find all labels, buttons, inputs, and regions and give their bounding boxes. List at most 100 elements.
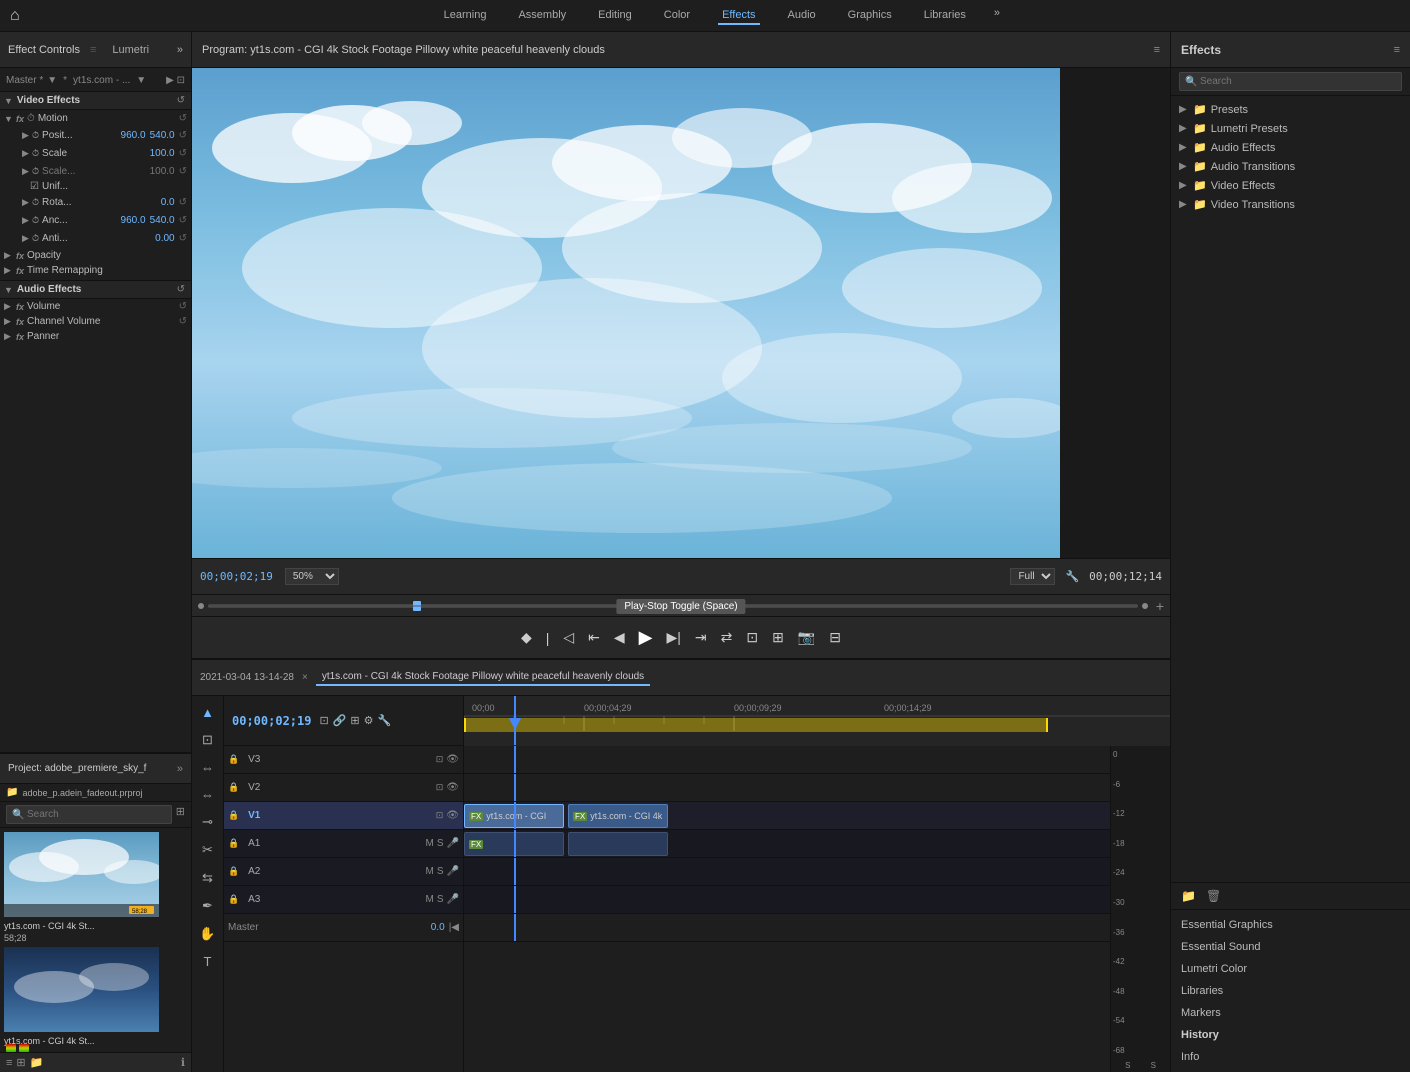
sidebar-link-essential-graphics[interactable]: Essential Graphics [1171,914,1410,936]
project-expand-btn[interactable]: » [177,763,183,775]
lumetri-tab[interactable]: Lumetri [106,42,155,58]
project-grid-view-btn[interactable]: ⊞ [16,1056,25,1069]
scale-reset[interactable]: ↺ [179,148,187,159]
multi-cam-btn[interactable]: ⊟ [826,626,844,649]
output-btn[interactable]: ⊞ [769,626,787,649]
master-go-to-start-btn[interactable]: |◀ [449,922,459,933]
home-icon[interactable]: ⌂ [10,7,20,25]
volume-reset[interactable]: ↺ [179,301,187,312]
add-marker-btn[interactable]: | [543,627,553,649]
position-expand[interactable]: ▶ [22,130,30,141]
menu-item-learning[interactable]: Learning [440,7,491,25]
selection-tool-btn[interactable]: ▲ [198,702,217,723]
a3-lock-btn[interactable]: 🔒 [228,894,239,905]
v1-lock-btn[interactable]: 🔒 [228,810,239,821]
v1-sync-btn[interactable]: ⊡ [436,810,444,821]
position-reset[interactable]: ↺ [179,130,187,141]
clip-arrow[interactable]: ▼ [136,75,146,86]
tree-item-video-transitions[interactable]: ▶ 📁 Video Transitions [1171,195,1410,214]
rotation-expand[interactable]: ▶ [22,197,30,208]
scale-value[interactable]: 100.0 [150,148,175,159]
effects-panel-menu-icon[interactable]: ≡ [1394,44,1400,56]
track-select-tool-btn[interactable]: ⊡ [199,729,216,751]
a1-solo-btn[interactable]: S [437,838,444,849]
play-stop-btn[interactable]: ▶ [636,624,656,651]
rotation-reset[interactable]: ↺ [179,197,187,208]
project-search-input[interactable] [6,805,172,824]
step-back-btn[interactable]: ◀ [611,626,628,649]
time-remapping-expand[interactable]: ▶ [4,265,14,276]
project-item-1[interactable]: 58;28 yt1s.com - CGI 4k St... 58;28 [4,832,187,943]
in-point-btn[interactable]: ⇤ [585,626,603,649]
sidebar-link-essential-sound[interactable]: Essential Sound [1171,936,1410,958]
a1-lock-btn[interactable]: 🔒 [228,838,239,849]
menu-item-effects[interactable]: Effects [718,7,759,25]
antiflicker-value[interactable]: 0.00 [155,233,174,244]
wrench-icon[interactable]: 🔧 [1065,570,1079,583]
a1-mic-btn[interactable]: 🎤 [447,838,459,849]
rate-stretch-tool-btn[interactable]: ⊸ [199,811,216,833]
anchor-x-value[interactable]: 960.0 [121,215,146,226]
wrench-timeline-btn[interactable]: 🔧 [378,714,392,727]
v3-sync-btn[interactable]: ⊡ [436,754,444,765]
channel-volume-expand[interactable]: ▶ [4,316,14,327]
export-frame-btn[interactable]: 📷 [795,626,818,649]
a2-lock-btn[interactable]: 🔒 [228,866,239,877]
quality-select[interactable]: Full 1/2 1/4 [1010,568,1055,585]
menu-item-audio[interactable]: Audio [784,7,820,25]
motion-reset-btn[interactable]: ↺ [179,113,187,124]
out-point-btn[interactable]: ⇥ [692,626,710,649]
step-forward-btn[interactable]: ▶| [664,626,684,649]
motion-effect-row[interactable]: ▼ fx ⏱ Motion ↺ [0,111,191,126]
time-remapping-row[interactable]: ▶ fx Time Remapping [0,263,191,278]
hand-tool-btn[interactable]: ✋ [196,923,218,945]
tree-item-video-effects[interactable]: ▶ 📁 Video Effects [1171,176,1410,195]
monitor-menu-icon[interactable]: ≡ [1154,44,1160,56]
tree-item-presets[interactable]: ▶ 📁 Presets [1171,100,1410,119]
project-info-btn[interactable]: ℹ [181,1056,185,1069]
loop-btn[interactable]: ⇄ [718,626,736,649]
v2-sync-btn[interactable]: ⊡ [436,782,444,793]
effects-delete-btn[interactable]: 🗑 [1204,887,1223,905]
razor-tool-btn[interactable]: ✂ [199,839,216,861]
a3-mic-btn[interactable]: 🎤 [447,894,459,905]
project-list-view-btn[interactable]: ≡ [6,1057,12,1069]
marker-btn[interactable]: ◆ [518,626,535,649]
menu-item-editing[interactable]: Editing [594,7,636,25]
linked-btn[interactable]: 🔗 [333,714,347,727]
sidebar-link-lumetri-color[interactable]: Lumetri Color [1171,958,1410,980]
antiflicker-reset[interactable]: ↺ [179,233,187,244]
menu-item-libraries[interactable]: Libraries [920,7,970,25]
scale-width-expand[interactable]: ▶ [22,166,30,177]
rotation-value[interactable]: 0.0 [161,197,175,208]
snap-btn[interactable]: ⊡ [319,714,328,727]
a2-mic-btn[interactable]: 🎤 [447,866,459,877]
project-thumb-1[interactable]: 58;28 [4,832,159,917]
audio-effects-reset[interactable]: ↺ [177,284,185,295]
anchor-expand[interactable]: ▶ [22,215,30,226]
scale-width-reset[interactable]: ↺ [179,166,187,177]
v2-lock-btn[interactable]: 🔒 [228,782,239,793]
master-arrow[interactable]: ▼ [47,75,57,86]
panner-expand-arrow[interactable]: ▶ [4,331,14,342]
effects-new-folder-btn[interactable]: 📁 [1179,887,1198,905]
a3-solo-btn[interactable]: S [437,894,444,905]
video-effects-collapse[interactable]: ▼ [4,96,13,106]
rolling-edit-tool-btn[interactable]: ⇔ [198,784,217,805]
v1-vis-btn[interactable]: 👁 [446,810,459,821]
a1-mute-btn[interactable]: M [426,838,434,849]
audio-effects-collapse[interactable]: ▼ [4,285,13,295]
clip-controls[interactable]: ▶ ⊡ [166,75,185,86]
safe-margins-btn[interactable]: ⊡ [743,626,761,649]
pen-tool-btn[interactable]: ✒ [199,895,216,917]
position-x-value[interactable]: 960.0 [121,130,146,141]
text-tool-btn[interactable]: T [201,951,215,972]
anchor-y-value[interactable]: 540.0 [150,215,175,226]
channel-volume-reset[interactable]: ↺ [179,316,187,327]
motion-expand-arrow[interactable]: ▼ [4,114,14,124]
timeline-settings-btn[interactable]: ⚙ [364,714,374,727]
slip-tool-btn[interactable]: ⇆ [199,867,216,889]
more-workspaces-icon[interactable]: » [994,7,1000,25]
menu-item-assembly[interactable]: Assembly [514,7,570,25]
uniform-checkbox[interactable]: ☑ [30,181,39,192]
